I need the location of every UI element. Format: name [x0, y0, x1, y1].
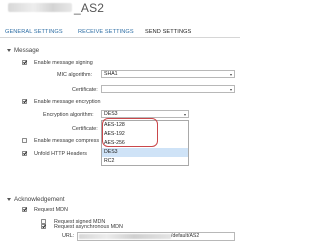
encryption-algorithm-label: Encryption algorithm:	[43, 112, 94, 118]
enable-signing-label: Enable message signing	[34, 60, 93, 66]
page-title: _AS2	[74, 1, 105, 15]
enable-compression-checkbox[interactable]	[22, 138, 27, 143]
url-field-value-tail: /default/AS2	[171, 233, 200, 239]
request-async-mdn-label: Request asynchronous MDN	[54, 224, 123, 230]
mic-algorithm-label: MIC algorithm:	[57, 72, 93, 78]
certificate2-label: Certificate:	[72, 126, 98, 132]
enable-compression-label: Enable message compress	[34, 138, 100, 144]
request-mdn-checkbox[interactable]	[22, 207, 27, 212]
section-header-acknowledgement: Acknowledgement	[14, 196, 65, 203]
triangle-down-icon[interactable]	[7, 198, 11, 201]
option-rc2[interactable]: RC2	[102, 157, 188, 166]
unfold-http-headers-checkbox[interactable]	[22, 151, 27, 156]
url-label: URL:	[62, 233, 75, 239]
certificate-select[interactable]	[101, 85, 235, 93]
tab-general-settings[interactable]: GENERAL SETTINGS	[5, 29, 63, 35]
request-async-mdn-checkbox[interactable]	[41, 224, 46, 229]
section-header-message: Message	[14, 47, 40, 54]
enable-signing-checkbox[interactable]	[22, 60, 27, 65]
tabs-divider	[0, 37, 240, 38]
redacted-url-host	[79, 234, 171, 239]
mic-algorithm-value: SHA1	[104, 71, 118, 77]
tab-receive-settings[interactable]: RECEIVE SETTINGS	[78, 29, 134, 35]
enable-encryption-label: Enable message encryption	[34, 99, 101, 105]
chevron-down-icon	[230, 88, 232, 91]
chevron-down-icon	[230, 73, 232, 76]
enable-encryption-checkbox[interactable]	[22, 99, 27, 104]
option-des3[interactable]: DES3	[102, 148, 188, 157]
chevron-down-icon	[184, 113, 186, 116]
redacted-title-prefix	[8, 3, 72, 12]
certificate-label: Certificate:	[72, 87, 98, 93]
aes-options-highlight	[102, 118, 158, 147]
tab-send-settings[interactable]: SEND SETTINGS	[145, 29, 191, 35]
triangle-down-icon[interactable]	[7, 49, 11, 52]
mic-algorithm-select[interactable]: SHA1	[101, 70, 235, 78]
encryption-algorithm-value: DES3	[104, 111, 118, 117]
request-mdn-label: Request MDN	[34, 207, 68, 213]
unfold-http-headers-label: Unfold HTTP Headers	[34, 151, 87, 157]
encryption-algorithm-select[interactable]: DES3	[101, 110, 189, 118]
